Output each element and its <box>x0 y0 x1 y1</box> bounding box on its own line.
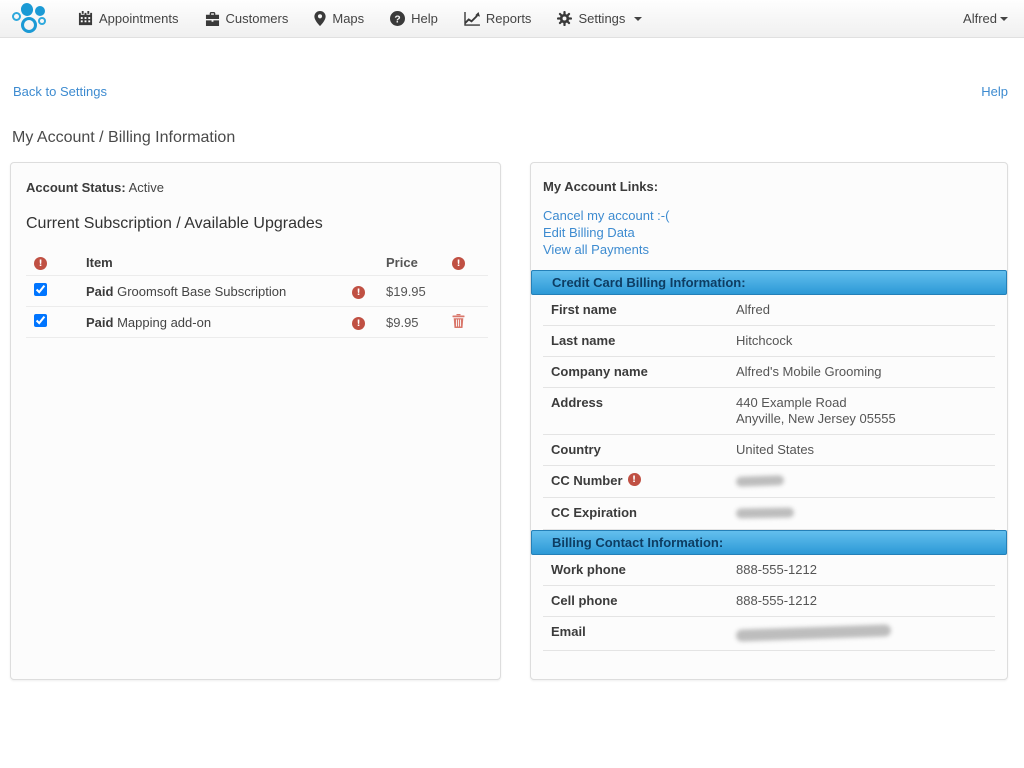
field-label: Work phone <box>551 562 736 578</box>
cancel-account-link[interactable]: Cancel my account :-( <box>543 209 995 222</box>
field-label: Cell phone <box>551 593 736 609</box>
subscription-table: ! Item Price ! Paid Groomsoft Base Subsc… <box>26 249 488 338</box>
field-label: Country <box>551 442 736 458</box>
redacted-email <box>736 624 891 641</box>
field-value-redacted <box>736 624 987 643</box>
price-column-header: Price <box>386 255 452 270</box>
subscription-checkbox[interactable] <box>34 283 47 296</box>
field-row: Last name Hitchcock <box>543 326 995 357</box>
account-status-value: Active <box>129 180 164 195</box>
map-pin-icon <box>314 11 326 26</box>
svg-text:?: ? <box>395 14 401 25</box>
calendar-icon <box>78 11 93 26</box>
table-row: Paid Mapping add-on ! $9.95 <box>26 307 488 338</box>
field-label: Last name <box>551 333 736 349</box>
field-value: United States <box>736 442 987 458</box>
field-value-redacted <box>736 473 987 490</box>
view-payments-link[interactable]: View all Payments <box>543 243 995 256</box>
field-label: Company name <box>551 364 736 380</box>
field-row: Email <box>543 617 995 651</box>
info-icon[interactable]: ! <box>34 257 47 270</box>
nav-item-appointments[interactable]: Appointments <box>78 11 179 26</box>
back-to-settings-link[interactable]: Back to Settings <box>13 84 107 99</box>
nav-item-settings[interactable]: Settings <box>557 11 642 26</box>
top-navbar: Appointments Customers Maps ? Help Repor… <box>0 0 1024 38</box>
nav-label: Reports <box>486 11 532 26</box>
user-menu[interactable]: Alfred <box>963 11 1008 26</box>
field-value-redacted <box>736 505 987 522</box>
field-row: CC Expiration <box>543 498 995 530</box>
info-icon[interactable]: ! <box>628 473 641 486</box>
field-value: Alfred <box>736 302 987 318</box>
nav-label: Help <box>411 11 438 26</box>
field-label: First name <box>551 302 736 318</box>
field-label: Address <box>551 395 736 427</box>
field-row: First name Alfred <box>543 295 995 326</box>
field-label: CC Expiration <box>551 505 736 522</box>
field-row: Company name Alfred's Mobile Grooming <box>543 357 995 388</box>
paid-badge: Paid <box>86 284 113 299</box>
warning-icon[interactable]: ! <box>352 286 365 299</box>
trash-icon <box>452 314 465 328</box>
account-links-heading: My Account Links: <box>543 179 995 194</box>
chart-icon <box>464 12 480 26</box>
redacted-cc-expiration <box>736 507 794 518</box>
paw-print-icon <box>12 3 48 35</box>
field-value: 888-555-1212 <box>736 593 987 609</box>
warning-icon[interactable]: ! <box>352 317 365 330</box>
billing-contact-section-header: Billing Contact Information: <box>531 530 1007 555</box>
item-name: Paid Groomsoft Base Subscription <box>74 284 352 299</box>
item-name: Paid Mapping add-on <box>74 315 352 330</box>
subscription-heading: Current Subscription / Available Upgrade… <box>26 215 485 233</box>
groomsoft-logo[interactable] <box>0 0 60 37</box>
cc-billing-section-header: Credit Card Billing Information: <box>531 270 1007 295</box>
gear-icon <box>557 11 572 26</box>
nav-label: Appointments <box>99 11 179 26</box>
field-row: Cell phone 888-555-1212 <box>543 586 995 617</box>
field-value: Hitchcock <box>736 333 987 349</box>
page-title: My Account / Billing Information <box>12 129 235 147</box>
info-icon[interactable]: ! <box>452 257 465 270</box>
subscription-checkbox[interactable] <box>34 314 47 327</box>
field-row: CC Number ! <box>543 466 995 498</box>
item-price: $9.95 <box>386 315 452 330</box>
paid-badge: Paid <box>86 315 113 330</box>
field-value: 888-555-1212 <box>736 562 987 578</box>
help-circle-icon: ? <box>390 11 405 26</box>
field-label: Email <box>551 624 736 643</box>
field-value: 440 Example Road Anyville, New Jersey 05… <box>736 395 987 427</box>
edit-billing-link[interactable]: Edit Billing Data <box>543 226 995 239</box>
field-row: Work phone 888-555-1212 <box>543 555 995 586</box>
help-link[interactable]: Help <box>981 84 1008 99</box>
account-status-label: Account Status: <box>26 180 126 195</box>
nav-label: Settings <box>578 11 625 26</box>
item-price: $19.95 <box>386 284 452 299</box>
chevron-down-icon <box>634 17 642 21</box>
briefcase-icon <box>205 12 220 26</box>
redacted-cc-number <box>736 475 784 487</box>
field-value: Alfred's Mobile Grooming <box>736 364 987 380</box>
delete-addon-button[interactable] <box>452 314 465 328</box>
account-panel: My Account Links: Cancel my account :-( … <box>530 162 1008 680</box>
table-row: Paid Groomsoft Base Subscription ! $19.9… <box>26 276 488 307</box>
subscription-panel: Account Status: Active Current Subscript… <box>10 162 501 680</box>
field-label: CC Number ! <box>551 473 736 490</box>
nav-item-maps[interactable]: Maps <box>314 11 364 26</box>
nav-item-reports[interactable]: Reports <box>464 11 532 26</box>
field-row: Address 440 Example Road Anyville, New J… <box>543 388 995 435</box>
field-row: Country United States <box>543 435 995 466</box>
nav-label: Maps <box>332 11 364 26</box>
table-header-row: ! Item Price ! <box>26 249 488 276</box>
nav-item-customers[interactable]: Customers <box>205 11 289 26</box>
chevron-down-icon <box>1000 17 1008 21</box>
nav-item-help[interactable]: ? Help <box>390 11 438 26</box>
account-status: Account Status: Active <box>26 180 485 195</box>
nav-label: Customers <box>226 11 289 26</box>
user-name: Alfred <box>963 11 997 26</box>
item-column-header: Item <box>74 255 352 270</box>
